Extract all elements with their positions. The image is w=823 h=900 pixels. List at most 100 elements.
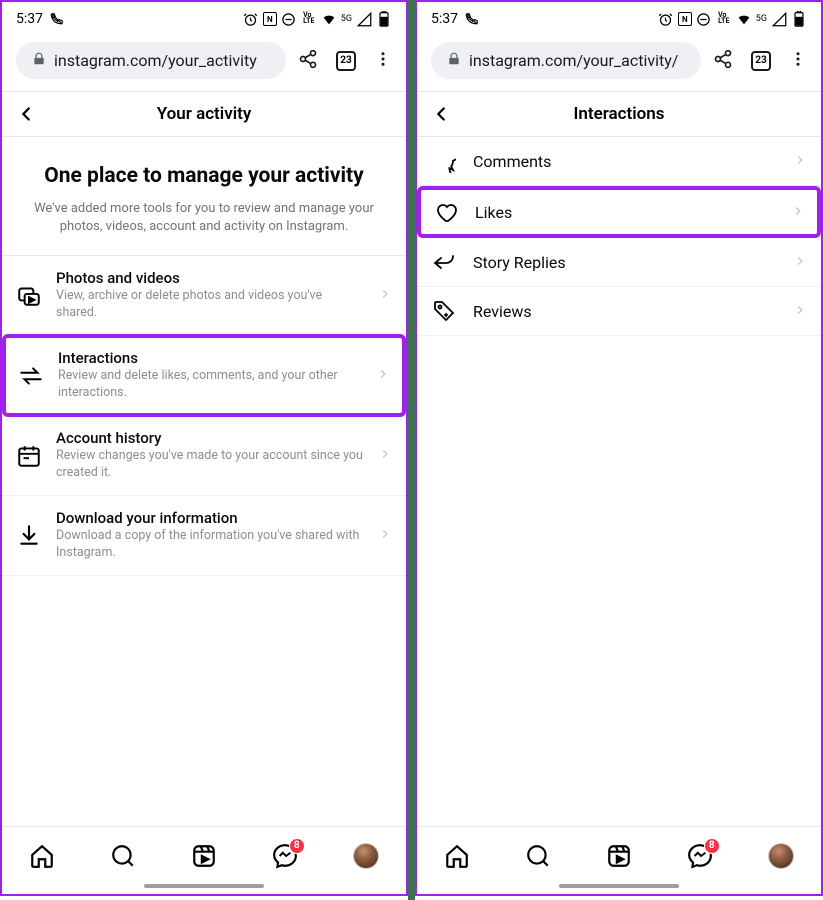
chevron-right-icon bbox=[791, 203, 805, 222]
comment-icon bbox=[431, 148, 457, 174]
heart-icon bbox=[433, 199, 459, 225]
intro-block: One place to manage your activity We've … bbox=[2, 137, 406, 256]
menu-dots-icon[interactable] bbox=[789, 50, 807, 72]
lock-icon bbox=[32, 51, 46, 70]
status-bar: 5:37 N VoLTE 5G bbox=[417, 2, 821, 32]
nav-home[interactable] bbox=[443, 842, 471, 870]
activity-menu-list: Photos and videos View, archive or delet… bbox=[2, 256, 406, 826]
messenger-badge: 8 bbox=[289, 838, 305, 854]
interaction-label: Reviews bbox=[473, 302, 777, 321]
status-time: 5:37 bbox=[431, 11, 458, 27]
interactions-list: Comments Likes Story Replies Reviews bbox=[417, 137, 821, 826]
url-text: instagram.com/your_activity bbox=[54, 51, 257, 70]
tab-switcher[interactable]: 23 bbox=[751, 51, 771, 71]
nav-messenger[interactable]: 8 bbox=[271, 842, 299, 870]
chevron-right-icon bbox=[793, 302, 807, 321]
interactions-comments[interactable]: Comments bbox=[417, 137, 821, 186]
signal-type: 5G bbox=[341, 14, 352, 24]
reply-icon bbox=[431, 249, 457, 275]
nav-profile[interactable] bbox=[352, 842, 380, 870]
interactions-icon bbox=[18, 363, 44, 389]
nav-messenger[interactable]: 8 bbox=[686, 842, 714, 870]
nav-home[interactable] bbox=[28, 842, 56, 870]
wifi-icon bbox=[736, 11, 752, 27]
chevron-right-icon bbox=[793, 253, 807, 272]
avatar bbox=[353, 843, 379, 869]
menu-interactions[interactable]: Interactions Review and delete likes, co… bbox=[2, 334, 406, 417]
status-bar: 5:37 N VoLTE 5G bbox=[2, 2, 406, 32]
back-button[interactable] bbox=[12, 100, 40, 128]
alarm-icon bbox=[658, 11, 674, 27]
chevron-right-icon bbox=[378, 286, 392, 305]
menu-item-title: Photos and videos bbox=[56, 269, 364, 287]
nav-reels[interactable] bbox=[190, 842, 218, 870]
nav-search[interactable] bbox=[109, 842, 137, 870]
status-icons: N VoLTE 5G bbox=[658, 11, 807, 27]
signal-icon bbox=[356, 11, 372, 27]
right-screenshot: 5:37 N VoLTE 5G instagram.com/your_activ… bbox=[415, 0, 823, 896]
calendar-icon bbox=[16, 443, 42, 469]
phone-off-icon bbox=[464, 11, 480, 27]
tab-switcher[interactable]: 23 bbox=[336, 51, 356, 71]
signal-type: 5G bbox=[756, 14, 767, 24]
instagram-bottom-nav: 8 bbox=[417, 826, 821, 880]
page-header: Interactions bbox=[417, 91, 821, 137]
tag-icon bbox=[431, 298, 457, 324]
left-screenshot: 5:37 N VoLTE 5G instagram.com/your_activ… bbox=[0, 0, 408, 896]
interaction-label: Likes bbox=[475, 203, 775, 222]
home-indicator[interactable] bbox=[144, 884, 264, 888]
status-time: 5:37 bbox=[16, 11, 43, 27]
menu-account-history[interactable]: Account history Review changes you've ma… bbox=[2, 416, 406, 496]
intro-subtitle: We've added more tools for you to review… bbox=[22, 200, 386, 236]
url-field[interactable]: instagram.com/your_activity/ bbox=[431, 42, 701, 79]
battery-icon bbox=[791, 11, 807, 27]
menu-dots-icon[interactable] bbox=[374, 50, 392, 72]
messenger-badge: 8 bbox=[704, 838, 720, 854]
download-icon bbox=[16, 522, 42, 548]
interactions-likes[interactable]: Likes bbox=[417, 186, 821, 238]
menu-item-title: Account history bbox=[56, 429, 364, 447]
menu-item-desc: Download a copy of the information you'v… bbox=[56, 528, 364, 562]
dnd-icon bbox=[281, 11, 297, 27]
browser-url-bar: instagram.com/your_activity 23 bbox=[2, 32, 406, 91]
screenshot-divider bbox=[408, 0, 415, 900]
instagram-bottom-nav: 8 bbox=[2, 826, 406, 880]
menu-photos-videos[interactable]: Photos and videos View, archive or delet… bbox=[2, 256, 406, 336]
page-title: Your activity bbox=[16, 104, 392, 124]
home-indicator[interactable] bbox=[559, 884, 679, 888]
menu-item-title: Download your information bbox=[56, 509, 364, 527]
alarm-icon bbox=[243, 11, 259, 27]
volte-icon: VoLTE bbox=[716, 11, 732, 27]
nfc-icon: N bbox=[678, 12, 692, 26]
lock-icon bbox=[447, 51, 461, 70]
dnd-icon bbox=[696, 11, 712, 27]
chevron-right-icon bbox=[378, 446, 392, 465]
status-icons: N VoLTE 5G bbox=[243, 11, 392, 27]
chevron-right-icon bbox=[376, 366, 390, 385]
nav-profile[interactable] bbox=[767, 842, 795, 870]
nfc-icon: N bbox=[263, 12, 277, 26]
nav-reels[interactable] bbox=[605, 842, 633, 870]
share-icon[interactable] bbox=[298, 49, 318, 73]
intro-title: One place to manage your activity bbox=[22, 163, 386, 190]
wifi-icon bbox=[321, 11, 337, 27]
avatar bbox=[768, 843, 794, 869]
menu-item-desc: View, archive or delete photos and video… bbox=[56, 288, 364, 322]
back-button[interactable] bbox=[427, 100, 455, 128]
interaction-label: Comments bbox=[473, 152, 777, 171]
chevron-right-icon bbox=[378, 526, 392, 545]
nav-search[interactable] bbox=[524, 842, 552, 870]
menu-download-info[interactable]: Download your information Download a cop… bbox=[2, 496, 406, 576]
volte-icon: VoLTE bbox=[301, 11, 317, 27]
interaction-label: Story Replies bbox=[473, 253, 777, 272]
share-icon[interactable] bbox=[713, 49, 733, 73]
menu-item-desc: Review changes you've made to your accou… bbox=[56, 448, 364, 482]
interactions-reviews[interactable]: Reviews bbox=[417, 287, 821, 336]
menu-item-title: Interactions bbox=[58, 349, 362, 367]
interactions-story-replies[interactable]: Story Replies bbox=[417, 238, 821, 287]
signal-icon bbox=[771, 11, 787, 27]
battery-icon bbox=[376, 11, 392, 27]
chevron-right-icon bbox=[793, 152, 807, 171]
url-field[interactable]: instagram.com/your_activity bbox=[16, 42, 286, 79]
page-header: Your activity bbox=[2, 91, 406, 137]
